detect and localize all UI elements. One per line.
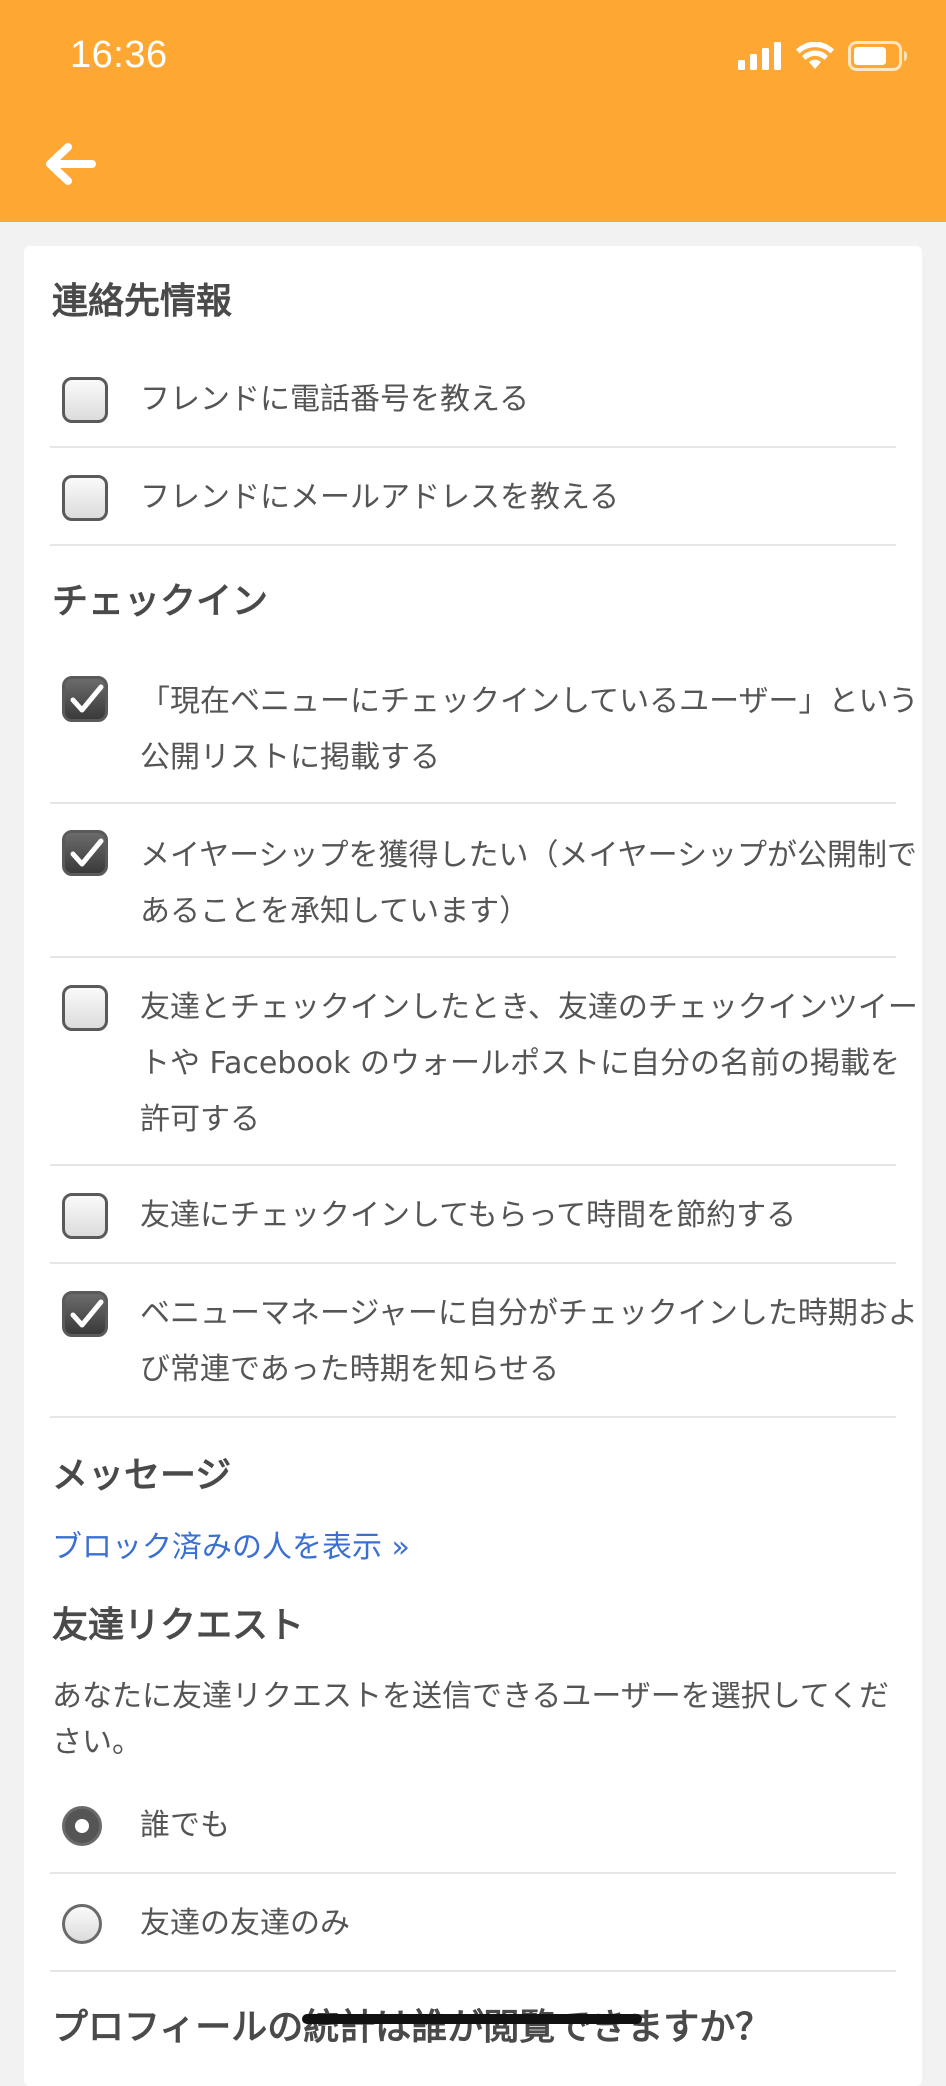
checkin-friend-post-checkbox[interactable] bbox=[62, 985, 108, 1031]
signal-icon bbox=[738, 42, 782, 74]
friend-requests-description: あなたに友達リクエストを送信できるユーザーを選択してください。 bbox=[52, 1679, 889, 1760]
divider bbox=[50, 544, 896, 546]
status-time: 16:36 bbox=[70, 34, 168, 76]
checkin-venue-manager-checkbox[interactable] bbox=[62, 1291, 108, 1337]
contact-email-checkbox[interactable] bbox=[62, 475, 108, 521]
contact-email-label: フレンドにメールアドレスを教える bbox=[140, 480, 620, 515]
contact-phone-label: フレンドに電話番号を教える bbox=[140, 382, 530, 417]
friend-requests-anyone-radio[interactable] bbox=[62, 1806, 102, 1846]
profile-stats-section-title: プロフィールの統計は誰が閲覧できますか？ bbox=[52, 2007, 772, 2048]
friend-requests-anyone-label: 誰でも bbox=[140, 1808, 230, 1843]
divider bbox=[50, 956, 896, 958]
friend-requests-fof-label: 友達の友達のみ bbox=[140, 1906, 350, 1941]
app-header: 16:36 bbox=[0, 0, 946, 222]
back-button[interactable] bbox=[40, 136, 100, 196]
divider bbox=[50, 1416, 896, 1418]
divider bbox=[50, 1262, 896, 1264]
blocked-users-link[interactable]: ブロック済みの人を表示 » bbox=[52, 1522, 410, 1566]
checkin-mayorship-checkbox[interactable] bbox=[62, 830, 108, 876]
battery-icon bbox=[848, 41, 908, 75]
checkin-save-time-checkbox[interactable] bbox=[62, 1193, 108, 1239]
friend-requests-fof-radio[interactable] bbox=[62, 1904, 102, 1944]
checkin-friend-post-label: 友達とチェックインしたとき、友達のチェックインツイートや Facebook のウ… bbox=[140, 990, 918, 1137]
divider bbox=[50, 1164, 896, 1166]
contact-section-title: 連絡先情報 bbox=[52, 281, 233, 322]
checkin-save-time-label: 友達にチェックインしてもらって時間を節約する bbox=[140, 1198, 797, 1233]
divider bbox=[50, 1970, 896, 1972]
divider bbox=[50, 802, 896, 804]
checkin-public-list-checkbox[interactable] bbox=[62, 676, 108, 722]
contact-phone-checkbox[interactable] bbox=[62, 377, 108, 423]
wifi-icon bbox=[796, 41, 834, 74]
back-arrow-icon bbox=[42, 139, 98, 193]
checkin-mayorship-label: メイヤーシップを獲得したい（メイヤーシップが公開制であることを承知しています） bbox=[140, 838, 917, 929]
checkin-section-title: チェックイン bbox=[52, 581, 269, 622]
divider bbox=[50, 1872, 896, 1874]
home-indicator bbox=[302, 2014, 642, 2024]
messages-section-title: メッセージ bbox=[52, 1455, 232, 1496]
settings-card: 連絡先情報 フレンドに電話番号を教える フレンドにメールアドレスを教える チェッ… bbox=[24, 246, 922, 2086]
friend-requests-section-title: 友達リクエスト bbox=[52, 1605, 305, 1646]
checkin-venue-manager-label: ベニューマネージャーに自分がチェックインした時期および常連であった時期を知らせる bbox=[140, 1296, 918, 1387]
status-icons bbox=[738, 40, 908, 76]
checkin-public-list-label: 「現在ベニューにチェックインしているユーザー」という公開リストに掲載する bbox=[140, 684, 919, 775]
divider bbox=[50, 446, 896, 448]
